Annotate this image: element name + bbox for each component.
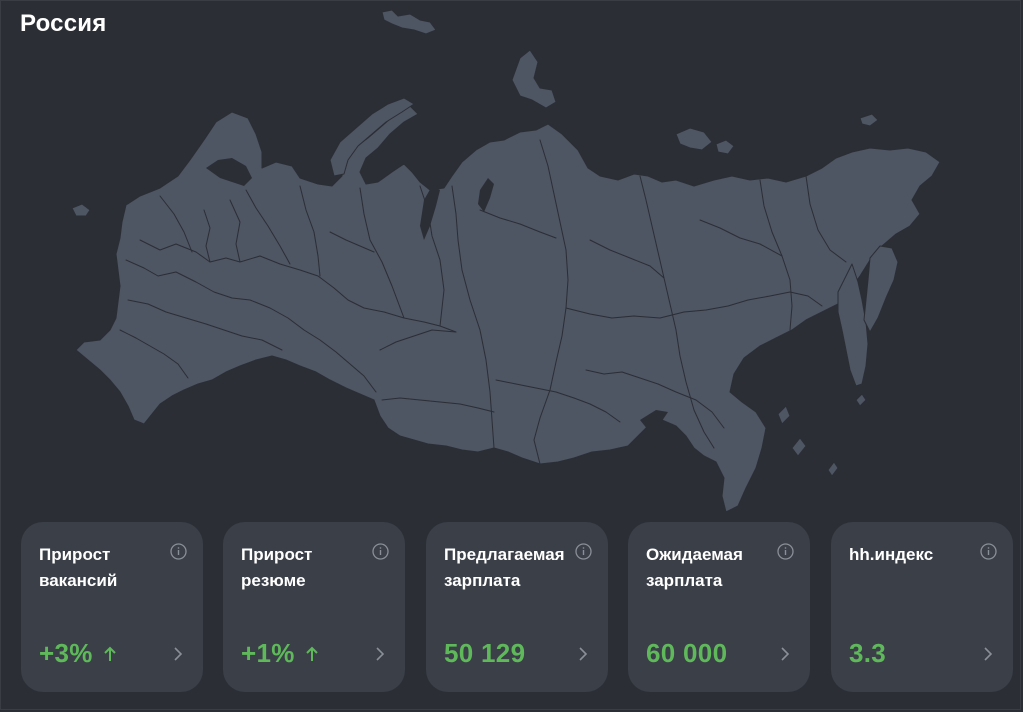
chevron-right-icon[interactable] bbox=[173, 646, 183, 662]
card-label: hh.индекс bbox=[849, 545, 934, 564]
russia-mainland bbox=[75, 105, 941, 513]
kuril-islands-4 bbox=[777, 405, 791, 425]
stat-card-offered-salary[interactable]: Предлагаемая зарплата 50 129 bbox=[426, 522, 608, 692]
kuril-islands-3 bbox=[791, 437, 807, 457]
card-label: Прирост резюме bbox=[241, 545, 313, 590]
info-icon[interactable] bbox=[980, 543, 997, 560]
kaliningrad bbox=[71, 203, 91, 217]
card-value: 60 000 bbox=[646, 638, 728, 668]
new-siberian-islands bbox=[675, 127, 713, 151]
chevron-right-icon[interactable] bbox=[375, 646, 385, 662]
arrow-up-icon bbox=[305, 646, 318, 661]
info-icon[interactable] bbox=[777, 543, 794, 560]
chevron-right-icon[interactable] bbox=[578, 646, 588, 662]
card-value-row: +3% bbox=[39, 638, 117, 669]
card-value: +1% bbox=[241, 638, 295, 668]
chevron-right-icon[interactable] bbox=[983, 646, 993, 662]
card-label: Ожидаемая зарплата bbox=[646, 545, 743, 590]
info-icon[interactable] bbox=[372, 543, 389, 560]
stat-card-hh-index[interactable]: hh.индекс 3.3 bbox=[831, 522, 1013, 692]
franz-josef-land bbox=[381, 9, 437, 35]
arrow-up-icon bbox=[103, 646, 116, 661]
card-label: Предлагаемая зарплата bbox=[444, 545, 565, 590]
wrangel-island bbox=[859, 113, 879, 127]
new-siberian-islands-2 bbox=[715, 139, 735, 155]
sakhalin bbox=[837, 263, 869, 387]
russia-map[interactable] bbox=[0, 0, 1023, 520]
card-value: 50 129 bbox=[444, 638, 526, 668]
card-value-row: 60 000 bbox=[646, 638, 727, 669]
stat-card-resume-growth[interactable]: Прирост резюме +1% bbox=[223, 522, 405, 692]
stat-card-expected-salary[interactable]: Ожидаемая зарплата 60 000 bbox=[628, 522, 810, 692]
stat-card-vacancies-growth[interactable]: Прирост вакансий +3% bbox=[21, 522, 203, 692]
chevron-right-icon[interactable] bbox=[780, 646, 790, 662]
info-icon[interactable] bbox=[170, 543, 187, 560]
card-value-row: +1% bbox=[241, 638, 319, 669]
card-value: +3% bbox=[39, 638, 93, 668]
kuril-islands bbox=[855, 393, 867, 407]
kuril-islands-2 bbox=[827, 461, 839, 477]
severnaya-zemlya bbox=[511, 49, 557, 109]
card-value-row: 3.3 bbox=[849, 638, 886, 669]
card-value-row: 50 129 bbox=[444, 638, 525, 669]
card-value: 3.3 bbox=[849, 638, 887, 668]
card-label: Прирост вакансий bbox=[39, 545, 118, 590]
info-icon[interactable] bbox=[575, 543, 592, 560]
